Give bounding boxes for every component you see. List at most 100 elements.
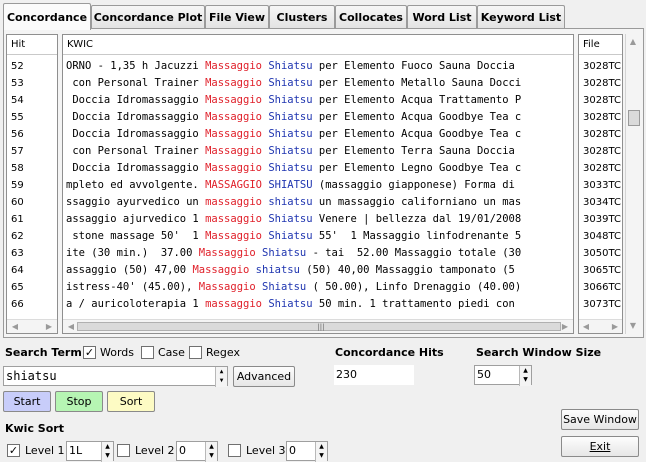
hit-number[interactable]: 62: [7, 228, 57, 245]
kwic-row[interactable]: Doccia Idromassaggio Massaggio Shiatsu p…: [63, 160, 573, 177]
tab-collocates[interactable]: Collocates: [335, 5, 407, 29]
search-term-label: Search Term: [5, 346, 82, 359]
kwic-left-context: Doccia Idromassaggio: [66, 111, 206, 123]
level1-spinner[interactable]: ▲ ▼: [101, 442, 113, 462]
tab-clusters[interactable]: Clusters: [269, 5, 335, 29]
start-button[interactable]: Start: [3, 391, 51, 412]
scroll-right-icon[interactable]: ▶: [559, 321, 571, 333]
level3-label: Level 3: [246, 444, 286, 457]
kwic-sort-label: Kwic Sort: [5, 422, 64, 435]
file-name[interactable]: 3073TC: [579, 296, 622, 313]
tab-keyword-list[interactable]: Keyword List: [477, 5, 565, 29]
kwic-row[interactable]: con Personal Trainer Massaggio Shiatsu p…: [63, 143, 573, 160]
kwic-row[interactable]: ite (30 min.) 37.00 Massaggio Shiatsu - …: [63, 245, 573, 262]
window-size-spinner[interactable]: ▲ ▼: [519, 366, 531, 386]
file-name[interactable]: 3034TC: [579, 194, 622, 211]
level3-spinner[interactable]: ▲ ▼: [315, 442, 327, 462]
scroll-left-icon[interactable]: ◀: [9, 321, 21, 333]
kwic-row[interactable]: con Personal Trainer Massaggio Shiatsu p…: [63, 75, 573, 92]
file-name[interactable]: 3066TC: [579, 279, 622, 296]
hit-number[interactable]: 54: [7, 92, 57, 109]
scroll-down-icon[interactable]: ▼: [627, 320, 639, 332]
scroll-left-icon[interactable]: ◀: [580, 321, 592, 333]
hit-number[interactable]: 57: [7, 143, 57, 160]
kwic-row[interactable]: Doccia Idromassaggio Massaggio Shiatsu p…: [63, 126, 573, 143]
hit-horizontal-scrollbar[interactable]: ◀ ▶: [7, 319, 57, 333]
kwic-row[interactable]: mpleto ed avvolgente. MASSAGGIO SHIATSU …: [63, 177, 573, 194]
hit-number[interactable]: 61: [7, 211, 57, 228]
hit-number[interactable]: 55: [7, 109, 57, 126]
kwic-row[interactable]: assaggio ajurvedico 1 massaggio Shiatsu …: [63, 211, 573, 228]
file-name[interactable]: 3050TC: [579, 245, 622, 262]
tab-concordance[interactable]: Concordance: [3, 3, 91, 30]
words-checkbox[interactable]: ✓: [83, 346, 96, 359]
hit-number[interactable]: 56: [7, 126, 57, 143]
hit-number[interactable]: 65: [7, 279, 57, 296]
kwic-horizontal-scrollbar[interactable]: ◀ ||| ▶: [63, 319, 573, 333]
kwic-row[interactable]: stone massage 50' 1 Massaggio Shiatsu 55…: [63, 228, 573, 245]
tab-file-view[interactable]: File View: [205, 5, 269, 29]
hit-pane[interactable]: Hit 52 53 54 55 56 57 58 59 60 61 62 63 64 65 66 ◀ ▶: [6, 34, 58, 334]
kwic-row[interactable]: assaggio (50) 47,00 Massaggio shiatsu (5…: [63, 262, 573, 279]
file-horizontal-scrollbar[interactable]: ◀ ▶: [579, 319, 622, 333]
kwic-row[interactable]: Doccia Idromassaggio Massaggio Shiatsu p…: [63, 92, 573, 109]
kwic-header[interactable]: KWIC: [63, 35, 573, 55]
kwic-row[interactable]: istress-40' (45.00), Massaggio Shiatsu (…: [63, 279, 573, 296]
sort-button[interactable]: Sort: [107, 391, 155, 412]
file-name[interactable]: 3065TC: [579, 262, 622, 279]
scroll-up-icon[interactable]: ▲: [627, 36, 639, 48]
search-window-size-input[interactable]: 50 ▲ ▼: [474, 365, 532, 386]
file-name[interactable]: 3028TC: [579, 92, 622, 109]
level1-checkbox[interactable]: ✓: [7, 444, 20, 457]
kwic-keyword: Massaggio: [205, 128, 262, 140]
hit-number[interactable]: 66: [7, 296, 57, 313]
hit-number[interactable]: 58: [7, 160, 57, 177]
file-name[interactable]: 3028TC: [579, 143, 622, 160]
file-name[interactable]: 3048TC: [579, 228, 622, 245]
hit-number[interactable]: 59: [7, 177, 57, 194]
kwic-row[interactable]: Doccia Idromassaggio Massaggio Shiatsu p…: [63, 109, 573, 126]
level2-select[interactable]: 0 ▲ ▼: [176, 441, 218, 462]
scroll-left-icon[interactable]: ◀: [65, 321, 77, 333]
kwic-row[interactable]: ssaggio ayurvedico un massaggio shiatsu …: [63, 194, 573, 211]
file-header[interactable]: File: [579, 35, 622, 55]
case-checkbox[interactable]: [141, 346, 154, 359]
vertical-scrollbar[interactable]: ▲ ▼: [625, 34, 641, 334]
exit-button[interactable]: Exit: [561, 436, 639, 457]
kwic-row[interactable]: ORNO - 1,35 h Jacuzzi Massaggio Shiatsu …: [63, 58, 573, 75]
level3-select[interactable]: 0 ▲ ▼: [286, 441, 328, 462]
level2-checkbox[interactable]: [117, 444, 130, 457]
kwic-right-context: per Elemento Terra Sauna Doccia: [312, 145, 515, 157]
scroll-right-icon[interactable]: ▶: [609, 321, 621, 333]
search-spinner[interactable]: ▲ ▼: [215, 367, 227, 387]
level1-select[interactable]: 1L ▲ ▼: [66, 441, 114, 462]
hit-number[interactable]: 53: [7, 75, 57, 92]
stop-button[interactable]: Stop: [55, 391, 103, 412]
hit-number[interactable]: 52: [7, 58, 57, 75]
kwic-pane[interactable]: KWIC ORNO - 1,35 h Jacuzzi Massaggio Shi…: [62, 34, 574, 334]
scroll-right-icon[interactable]: ▶: [43, 321, 55, 333]
file-name[interactable]: 3028TC: [579, 58, 622, 75]
tab-concordance-plot[interactable]: Concordance Plot: [91, 5, 205, 29]
regex-checkbox[interactable]: [189, 346, 202, 359]
file-name[interactable]: 3033TC: [579, 177, 622, 194]
kwic-row[interactable]: a / auricoloterapia 1 massaggio Shiatsu …: [63, 296, 573, 313]
file-pane[interactable]: File 3028TC 3028TC 3028TC 3028TC 3028TC 3028T…: [578, 34, 623, 334]
file-name[interactable]: 3028TC: [579, 160, 622, 177]
save-window-button[interactable]: Save Window: [561, 409, 639, 430]
advanced-button[interactable]: Advanced: [233, 366, 295, 387]
file-name[interactable]: 3028TC: [579, 126, 622, 143]
level3-checkbox[interactable]: [228, 444, 241, 457]
file-name[interactable]: 3028TC: [579, 75, 622, 92]
level2-spinner[interactable]: ▲ ▼: [205, 442, 217, 462]
vertical-scroll-thumb[interactable]: [628, 110, 640, 126]
hit-number[interactable]: 60: [7, 194, 57, 211]
hit-number[interactable]: 64: [7, 262, 57, 279]
search-input[interactable]: shiatsu ▲ ▼: [3, 366, 228, 387]
hit-number[interactable]: 63: [7, 245, 57, 262]
tab-word-list[interactable]: Word List: [407, 5, 477, 29]
file-name[interactable]: 3039TC: [579, 211, 622, 228]
kwic-left-context: assaggio (50) 47,00: [66, 264, 193, 276]
file-name[interactable]: 3028TC: [579, 109, 622, 126]
hit-header[interactable]: Hit: [7, 35, 57, 55]
